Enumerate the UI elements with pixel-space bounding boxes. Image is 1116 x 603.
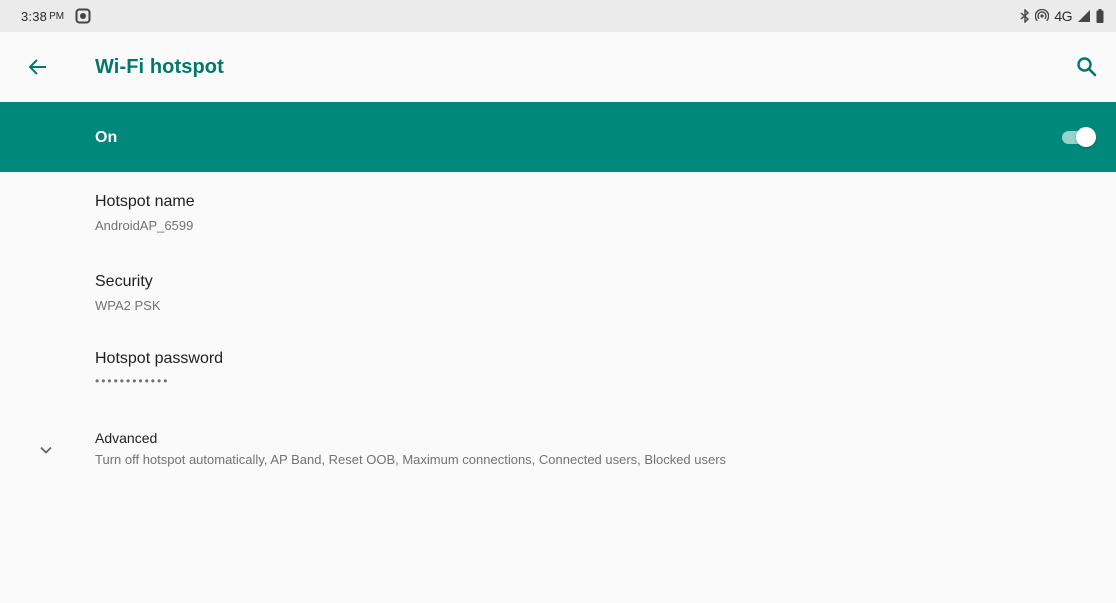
signal-icon	[1077, 9, 1091, 23]
hotspot-name-pref[interactable]: Hotspot name AndroidAP_6599	[0, 193, 1116, 243]
pref-title: Hotspot name	[95, 193, 195, 210]
chevron-down-icon	[36, 440, 56, 460]
advanced-title: Advanced	[95, 430, 158, 446]
battery-icon	[1096, 9, 1104, 23]
search-icon[interactable]	[1074, 54, 1100, 80]
pref-title: Security	[95, 273, 153, 290]
toggle-thumb	[1076, 127, 1096, 147]
pref-title: Hotspot password	[95, 350, 224, 367]
status-icons: 4G	[1020, 8, 1104, 24]
master-switch-label: On	[95, 129, 118, 146]
page-title: Wi-Fi hotspot	[95, 56, 224, 78]
hotspot-icon	[1035, 9, 1050, 23]
advanced-summary: Turn off hotspot automatically, AP Band,…	[95, 452, 727, 467]
status-bar: 3:38 PM 4G	[0, 0, 1116, 32]
network-type: 4G	[1054, 8, 1072, 24]
status-time: 3:38	[21, 8, 48, 24]
hotspot-password-pref[interactable]: Hotspot password ••••••••••••	[0, 350, 1116, 400]
advanced-pref[interactable]: Advanced Turn off hotspot automatically,…	[0, 430, 1116, 480]
hotspot-master-switch[interactable]: On	[0, 102, 1116, 172]
screen-record-icon	[75, 8, 91, 24]
toolbar: Wi-Fi hotspot	[0, 32, 1116, 102]
status-ampm: PM	[49, 10, 65, 22]
pref-summary: AndroidAP_6599	[95, 218, 194, 233]
bluetooth-icon	[1020, 9, 1030, 23]
pref-summary: WPA2 PSK	[95, 298, 161, 313]
security-pref[interactable]: Security WPA2 PSK	[0, 273, 1116, 323]
password-dots: ••••••••••••	[95, 374, 170, 388]
back-arrow-icon[interactable]	[26, 55, 50, 79]
hotspot-toggle[interactable]	[1060, 127, 1096, 147]
